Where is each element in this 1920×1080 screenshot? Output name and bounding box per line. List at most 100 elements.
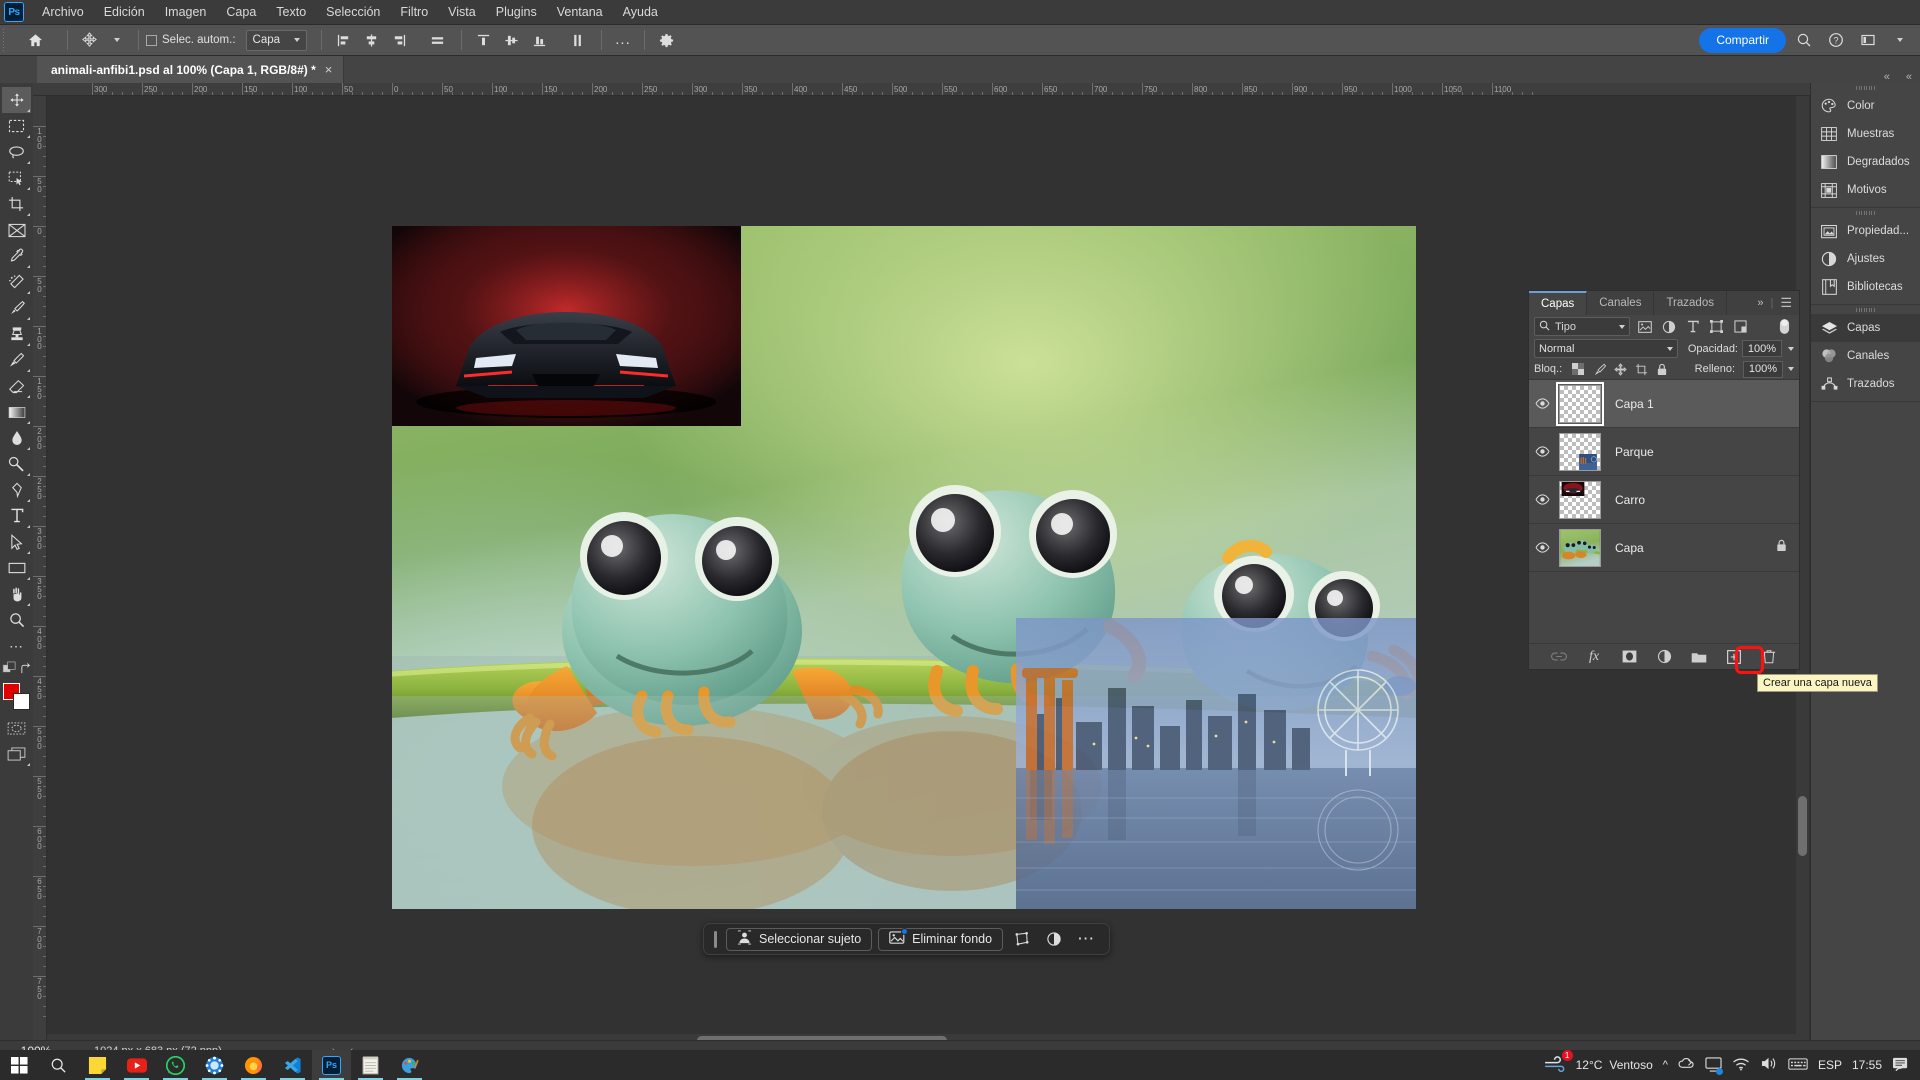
align-right-edges-button[interactable] [385, 27, 413, 53]
path-selection-tool[interactable] [2, 529, 31, 555]
screen-mode-icon[interactable] [2, 741, 31, 767]
clock[interactable]: 17:55 [1852, 1058, 1882, 1072]
filter-type-icon[interactable] [1683, 317, 1702, 336]
align-vertical-centers-button[interactable] [497, 27, 525, 53]
dock-group-grip[interactable] [1811, 208, 1920, 217]
menu-item-imagen[interactable]: Imagen [155, 0, 217, 25]
expand-panel-icon[interactable]: » [1757, 297, 1763, 309]
filter-smart-object-icon[interactable] [1731, 317, 1750, 336]
swap-colors-icon[interactable] [20, 662, 32, 680]
firefox-icon[interactable] [234, 1050, 273, 1080]
fx-icon[interactable]: fx [1583, 646, 1605, 667]
color-swatches[interactable] [2, 683, 31, 711]
tab-canales[interactable]: Canales [1587, 291, 1655, 315]
wifi-icon[interactable] [1732, 1057, 1750, 1074]
dock-group-grip[interactable] [1811, 83, 1920, 92]
transform-icon[interactable] [1009, 928, 1035, 951]
auto-select-scope-dropdown[interactable]: Capa [245, 29, 308, 51]
dodge-tool[interactable] [2, 451, 31, 477]
filter-adjustment-icon[interactable] [1659, 317, 1678, 336]
clone-stamp-tool[interactable] [2, 321, 31, 347]
more-options-icon[interactable]: ⋯ [1073, 928, 1099, 951]
eraser-tool[interactable] [2, 373, 31, 399]
lock-all-button[interactable] [1653, 361, 1671, 378]
sticky-notes-icon[interactable] [78, 1050, 117, 1080]
menu-item-seleccin[interactable]: Selección [316, 0, 390, 25]
new-layer-icon[interactable] [1723, 646, 1745, 667]
lock-transparent-pixels-button[interactable] [1569, 361, 1587, 378]
lock-artboard-nesting-button[interactable] [1632, 361, 1650, 378]
filter-shape-icon[interactable] [1707, 317, 1726, 336]
opacity-value[interactable]: 100% [1742, 340, 1782, 357]
gradient-tool[interactable] [2, 399, 31, 425]
layer-filter-type-dropdown[interactable]: Tipo [1534, 317, 1630, 336]
layer-name[interactable]: Parque [1615, 445, 1799, 459]
menu-item-plugins[interactable]: Plugins [486, 0, 547, 25]
artboard[interactable] [392, 226, 1416, 909]
settings-blue-icon[interactable] [195, 1050, 234, 1080]
layer-row[interactable]: Capa 1 [1529, 380, 1799, 428]
document-tab[interactable]: animali-anfibi1.psd al 100% (Capa 1, RGB… [37, 56, 345, 83]
lock-position-button[interactable] [1611, 361, 1629, 378]
auto-select-checkbox[interactable] [146, 34, 157, 46]
lock-image-pixels-button[interactable] [1590, 361, 1608, 378]
pen-tool[interactable] [2, 477, 31, 503]
layer-name[interactable]: Capa 1 [1615, 397, 1799, 411]
menu-item-ventana[interactable]: Ventana [547, 0, 613, 25]
half-circle-icon[interactable] [1653, 646, 1675, 667]
volume-icon[interactable] [1760, 1056, 1778, 1074]
tab-capas[interactable]: Capas [1529, 291, 1588, 315]
layer-visibility-toggle[interactable] [1531, 494, 1553, 505]
onedrive-sync-icon[interactable] [1678, 1056, 1695, 1074]
trash-icon[interactable] [1758, 646, 1780, 667]
move-tool-icon[interactable] [75, 27, 103, 53]
keyboard-icon[interactable] [1788, 1057, 1808, 1074]
workspace-icon[interactable] [1854, 27, 1882, 53]
object-selection-tool[interactable] [2, 165, 31, 191]
layer-visibility-toggle[interactable] [1531, 398, 1553, 409]
paint-icon[interactable] [390, 1050, 429, 1080]
align-left-edges-button[interactable] [329, 27, 357, 53]
link-icon[interactable] [1548, 646, 1570, 667]
menu-item-edicin[interactable]: Edición [94, 0, 155, 25]
youtube-icon[interactable] [117, 1050, 156, 1080]
search-icon[interactable] [1790, 27, 1818, 53]
hand-tool[interactable] [2, 581, 31, 607]
fill-chevron-icon[interactable] [1788, 367, 1794, 371]
chevron-up-icon[interactable]: ^ [1663, 1059, 1668, 1071]
menu-item-archivo[interactable]: Archivo [32, 0, 94, 25]
tab-trazados[interactable]: Trazados [1654, 291, 1727, 315]
help-icon[interactable]: ? [1822, 27, 1850, 53]
lasso-tool[interactable] [2, 139, 31, 165]
layer-row[interactable]: Parque [1529, 428, 1799, 476]
align-bottom-edges-button[interactable] [525, 27, 553, 53]
panel-menu-icon[interactable]: ☰ [1780, 295, 1792, 311]
layer-visibility-toggle[interactable] [1531, 446, 1553, 457]
eyedropper-tool[interactable] [2, 243, 31, 269]
dock-item-muestras[interactable]: Muestras [1811, 120, 1920, 148]
menu-item-ayuda[interactable]: Ayuda [613, 0, 668, 25]
drag-handle[interactable] [714, 930, 717, 948]
history-brush-tool[interactable] [2, 347, 31, 373]
distribute-horizontal-button[interactable] [423, 27, 451, 53]
menu-item-vista[interactable]: Vista [438, 0, 486, 25]
type-tool[interactable] [2, 503, 31, 529]
layer-name[interactable]: Carro [1615, 493, 1799, 507]
whatsapp-icon[interactable] [156, 1050, 195, 1080]
layer-thumbnail[interactable] [1559, 528, 1601, 567]
more-align-options-button[interactable]: ... [609, 27, 637, 53]
distribute-vertical-button[interactable] [563, 27, 591, 53]
blur-tool[interactable] [2, 425, 31, 451]
dock-item-propiedad[interactable]: Propiedad... [1811, 217, 1920, 245]
vscode-icon[interactable] [273, 1050, 312, 1080]
rectangular-marquee-tool[interactable] [2, 113, 31, 139]
default-colors-icon[interactable] [2, 661, 17, 681]
workspace-chevron-icon[interactable] [1886, 27, 1914, 53]
rectangle-tool[interactable] [2, 555, 31, 581]
dock-item-ajustes[interactable]: Ajustes [1811, 245, 1920, 273]
home-icon[interactable] [21, 27, 49, 53]
dock-item-color[interactable]: Color [1811, 92, 1920, 120]
dock-item-degradados[interactable]: Degradados [1811, 148, 1920, 176]
windows-start-icon[interactable] [0, 1050, 39, 1080]
weather-widget[interactable]: 1 12°C Ventoso [1543, 1049, 1653, 1076]
